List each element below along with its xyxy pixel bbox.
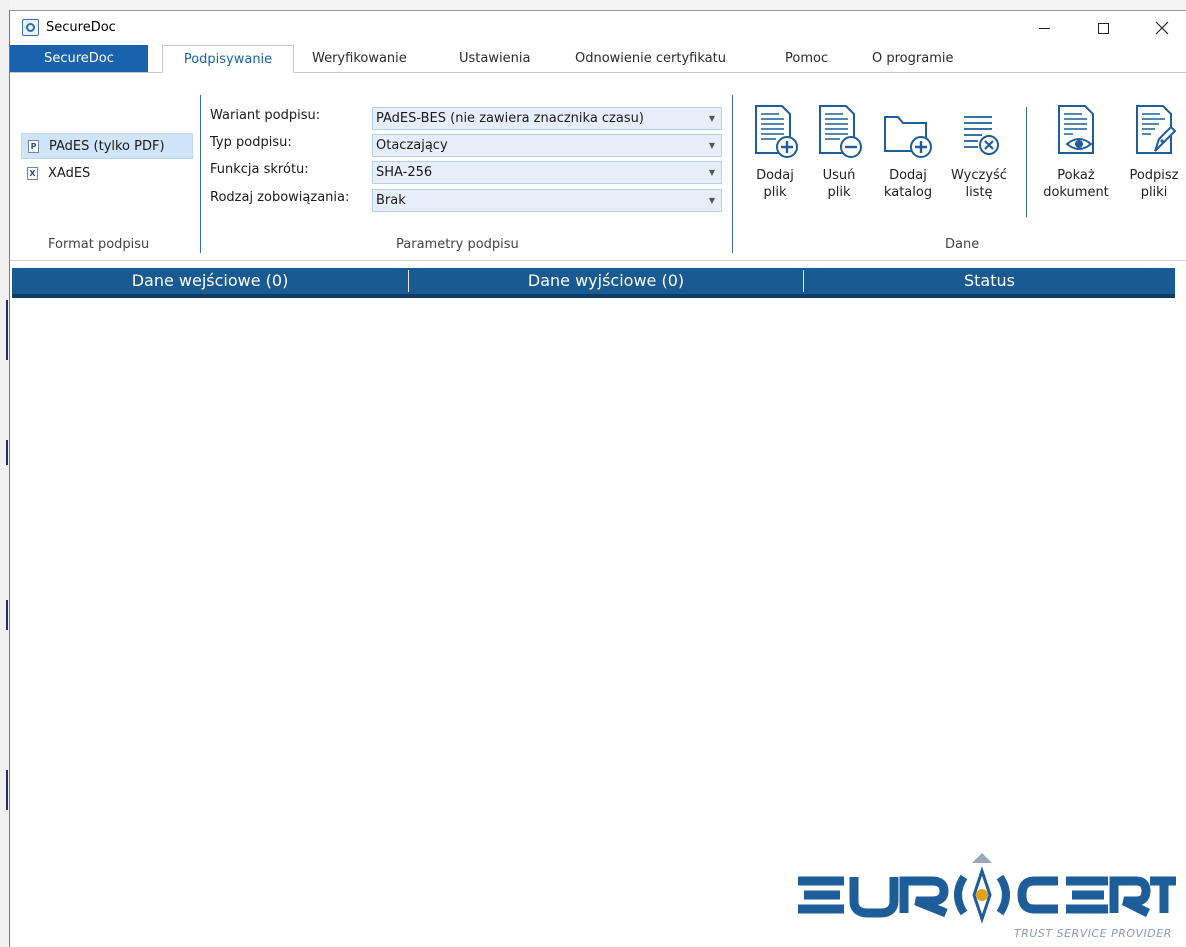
clear-list-button[interactable]: Wyczyść listę xyxy=(950,103,1008,201)
label-funkcja-skrotu: Funkcja skrótu: xyxy=(210,162,309,177)
select-wariant-podpisu[interactable]: PAdES-BES (nie zawiera znacznika czasu) … xyxy=(372,107,722,130)
desktop-top-edge xyxy=(9,0,1186,10)
group-label-params: Parametry podpisu xyxy=(396,237,519,252)
add-file-button[interactable]: Dodaj plik xyxy=(750,103,800,201)
chevron-down-icon: ▼ xyxy=(708,168,715,177)
eurocert-logo: TRUST SERVICE PROVIDER xyxy=(796,847,1176,947)
group-separator xyxy=(732,95,733,253)
remove-file-icon xyxy=(819,105,862,158)
add-folder-label-2: katalog xyxy=(883,185,933,200)
add-file-icon xyxy=(755,105,798,158)
tab-o-programie[interactable]: O programie xyxy=(872,45,953,73)
close-button[interactable] xyxy=(1139,11,1185,45)
group-label-format: Format podpisu xyxy=(48,237,150,252)
select-funkcja-value: SHA-256 xyxy=(376,165,433,180)
close-icon xyxy=(1155,21,1169,35)
tab-weryfikowanie[interactable]: Weryfikowanie xyxy=(312,45,407,73)
show-document-label-2: dokument xyxy=(1043,185,1109,200)
minimize-icon xyxy=(1038,27,1050,29)
xml-format-icon: X xyxy=(27,166,38,180)
column-header-status[interactable]: Status xyxy=(804,268,1175,294)
maximize-button[interactable] xyxy=(1080,11,1126,45)
sign-files-icon xyxy=(1136,105,1177,154)
clear-list-label-2: listę xyxy=(965,185,993,200)
group-separator xyxy=(200,95,201,253)
maximize-icon xyxy=(1097,22,1109,34)
select-typ-podpisu[interactable]: Otaczający ▼ xyxy=(372,134,722,157)
clear-list-icon xyxy=(964,116,999,155)
app-logo-icon xyxy=(22,19,39,36)
pdf-format-icon: P xyxy=(28,139,39,153)
column-header-output[interactable]: Dane wyjściowe (0) xyxy=(409,268,803,294)
desktop-edge xyxy=(0,0,9,947)
eurocert-logo-mark xyxy=(798,853,1176,937)
add-folder-button[interactable]: Dodaj katalog xyxy=(880,103,936,201)
sign-files-label-1: Podpisz xyxy=(1129,168,1179,183)
minimize-button[interactable] xyxy=(1021,11,1067,45)
format-xades-option[interactable]: X XAdES xyxy=(21,160,193,186)
tab-securedoc[interactable]: SecureDoc xyxy=(10,45,148,73)
select-rodzaj-value: Brak xyxy=(376,193,406,208)
sign-files-label-2: pliki xyxy=(1140,185,1168,200)
app-window: SecureDoc SecureDoc Podpisywanie Weryfik… xyxy=(9,10,1186,947)
file-list-header: Dane wejściowe (0) Dane wyjściowe (0) St… xyxy=(12,268,1175,298)
tab-pomoc[interactable]: Pomoc xyxy=(785,45,828,73)
format-xades-label: XAdES xyxy=(48,165,91,181)
tab-podpisywanie[interactable]: Podpisywanie xyxy=(162,45,294,73)
clear-list-label-1: Wyczyść xyxy=(951,168,1007,183)
label-wariant-podpisu: Wariant podpisu: xyxy=(210,108,321,123)
select-rodzaj-zobowiazania[interactable]: Brak ▼ xyxy=(372,189,722,212)
chevron-down-icon: ▼ xyxy=(708,141,715,150)
show-document-button[interactable]: Pokaż dokument xyxy=(1040,103,1112,201)
format-pades-option[interactable]: P PAdES (tylko PDF) xyxy=(21,133,193,159)
select-funkcja-skrotu[interactable]: SHA-256 ▼ xyxy=(372,161,722,184)
label-rodzaj-zobowiazania: Rodzaj zobowiązania: xyxy=(210,190,350,205)
remove-file-label-1: Usuń xyxy=(822,168,856,183)
chevron-down-icon: ▼ xyxy=(708,196,715,205)
add-folder-label-1: Dodaj xyxy=(889,168,927,183)
select-typ-value: Otaczający xyxy=(376,138,448,153)
window-title: SecureDoc xyxy=(46,20,116,35)
tab-odnowienie-certyfikatu[interactable]: Odnowienie certyfikatu xyxy=(575,45,726,73)
show-document-label-1: Pokaż xyxy=(1057,168,1095,183)
ribbon-panel: P PAdES (tylko PDF) X XAdES Format podpi… xyxy=(10,72,1186,261)
column-header-input[interactable]: Dane wejściowe (0) xyxy=(12,268,408,294)
add-folder-icon xyxy=(884,116,932,158)
remove-file-label-2: plik xyxy=(827,185,851,200)
logo-tagline: TRUST SERVICE PROVIDER xyxy=(1014,927,1172,940)
group-label-dane: Dane xyxy=(945,237,980,252)
select-wariant-value: PAdES-BES (nie zawiera znacznika czasu) xyxy=(376,111,644,126)
title-bar: SecureDoc xyxy=(10,11,1186,45)
chevron-down-icon: ▼ xyxy=(708,114,715,123)
group-separator xyxy=(1026,107,1027,217)
format-pades-label: PAdES (tylko PDF) xyxy=(49,138,165,154)
show-document-icon xyxy=(1058,105,1094,154)
sign-files-button[interactable]: Podpisz pliki xyxy=(1122,103,1186,201)
remove-file-button[interactable]: Usuń plik xyxy=(814,103,864,201)
tab-ustawienia[interactable]: Ustawienia xyxy=(459,45,530,73)
label-typ-podpisu: Typ podpisu: xyxy=(210,135,292,150)
ribbon-tabs: SecureDoc Podpisywanie Weryfikowanie Ust… xyxy=(10,45,1186,73)
add-file-label-1: Dodaj xyxy=(756,168,794,183)
add-file-label-2: plik xyxy=(763,185,787,200)
